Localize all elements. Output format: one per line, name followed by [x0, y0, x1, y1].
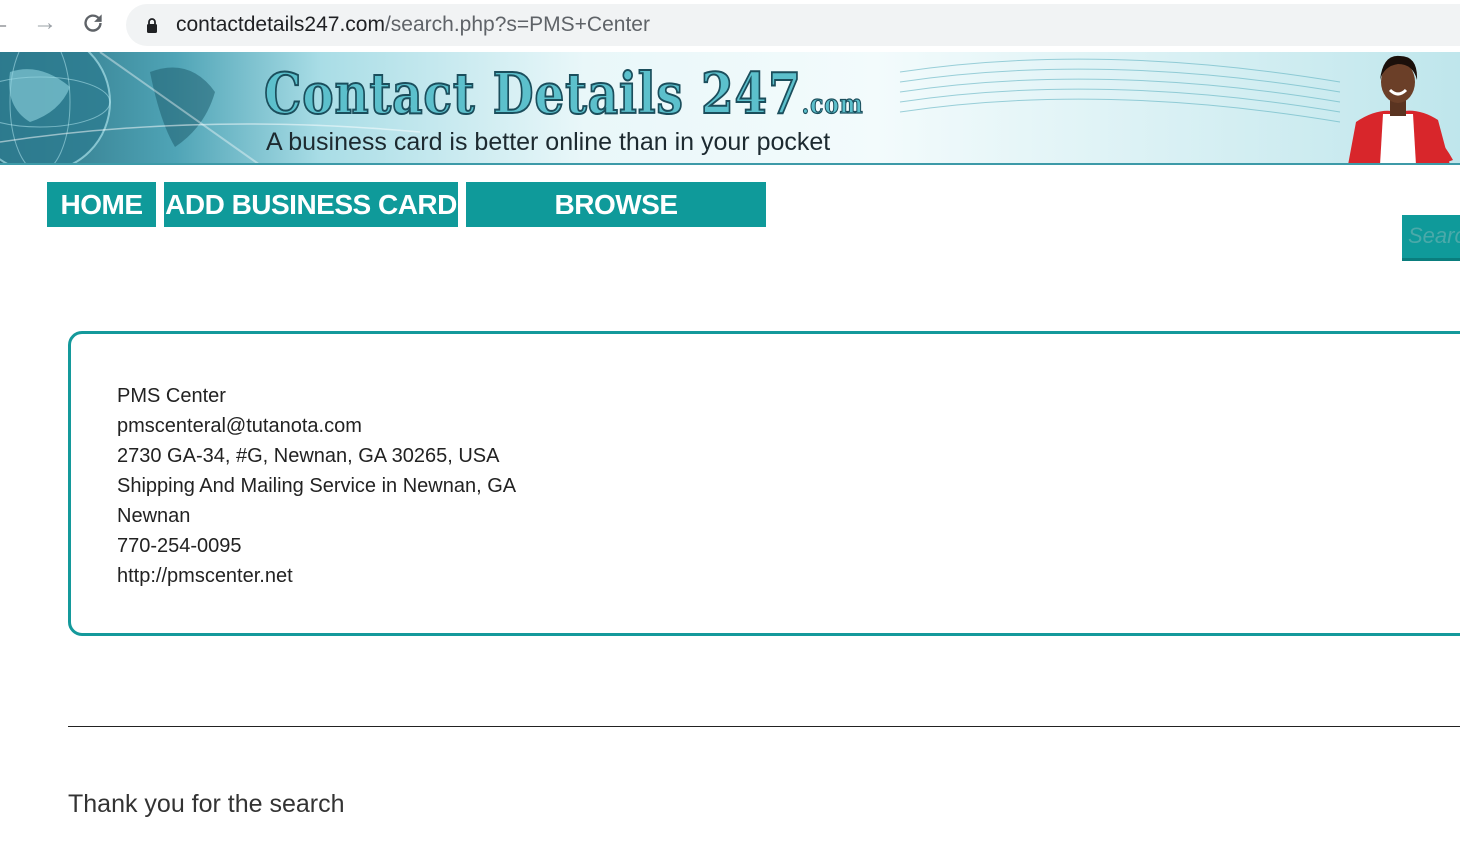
nav-home-button[interactable]: HOME [47, 182, 156, 227]
site-banner: Contact Details 247.com A business card … [0, 52, 1460, 165]
business-card: PMS Center pmscenteral@tutanota.com 2730… [68, 331, 1460, 636]
forward-arrow-icon[interactable]: → [30, 8, 60, 38]
business-phone: 770-254-0095 [117, 535, 242, 557]
business-city: Newnan [117, 505, 191, 527]
search-input[interactable] [1402, 215, 1460, 257]
business-description: Shipping And Mailing Service in Newnan, … [117, 475, 517, 497]
url-text: contactdetails247.com/search.php?s=PMS+C… [176, 13, 650, 36]
nav-add-business-card-button[interactable]: ADD BUSINESS CARD [164, 182, 458, 227]
business-email: pmscenteral@tutanota.com [117, 415, 362, 437]
site-tagline: A business card is better online than in… [266, 128, 831, 156]
browser-toolbar: ← → contactdetails247.com/search.php?s=P… [0, 0, 1460, 50]
business-name: PMS Center [117, 385, 226, 407]
woman-photo [1348, 55, 1453, 163]
address-bar[interactable]: contactdetails247.com/search.php?s=PMS+C… [126, 4, 1460, 46]
thanks-message: Thank you for the search [68, 790, 345, 818]
reload-icon[interactable] [78, 8, 108, 38]
nav-browse-button[interactable]: BROWSE [466, 182, 766, 227]
back-arrow-icon[interactable]: ← [0, 8, 14, 38]
search-box [1402, 215, 1460, 261]
business-website: http://pmscenter.net [117, 565, 293, 587]
divider [68, 726, 1460, 727]
lock-icon [147, 18, 157, 33]
card-details: PMS Center pmscenteral@tutanota.com 2730… [117, 381, 516, 591]
site-logo[interactable]: Contact Details 247.com [263, 63, 864, 135]
business-address: 2730 GA-34, #G, Newnan, GA 30265, USA [117, 445, 500, 467]
